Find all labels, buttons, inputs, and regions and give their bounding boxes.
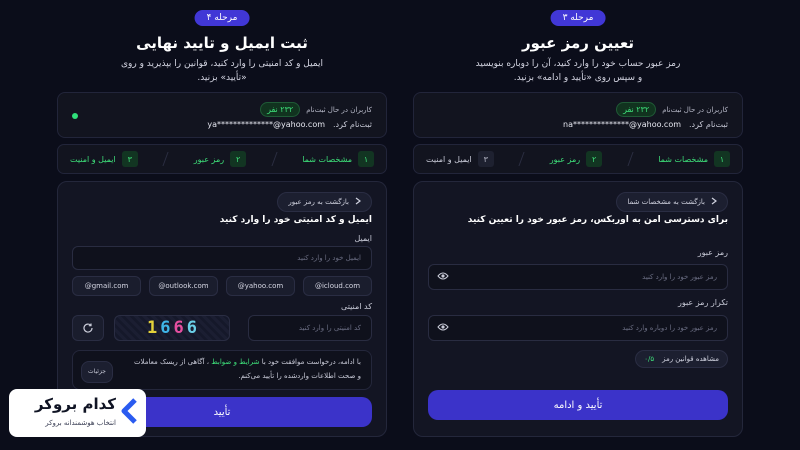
eye-icon[interactable] — [437, 271, 449, 281]
live-indicator-icon — [72, 113, 78, 119]
count-badge: ۲۳۲ نفر — [260, 102, 301, 117]
live-registrations-card: کاربران در حال ثبت‌نام ۲۳۲ نفر ثبت‌نام ک… — [57, 92, 387, 138]
brand-logo: کدام بروکر انتخاب هوشمندانه بروکر — [9, 389, 146, 437]
email-domain-suggestions: @gmail.com @outlook.com @yahoo.com @iclo… — [72, 276, 372, 296]
page-description: ایمیل و کد امنیتی را وارد کنید، قوانین ر… — [120, 59, 324, 83]
registering-label: کاربران در حال ثبت‌نام — [306, 105, 372, 114]
masked-email: na**************@yahoo.com — [563, 120, 682, 129]
details-button[interactable]: جزئیات — [81, 361, 113, 383]
stepper-step-2: ۲ رمز عبور — [550, 151, 603, 167]
count-badge: ۲۳۲ نفر — [616, 102, 657, 117]
chevron-right-icon — [355, 197, 361, 207]
stepper-step-1: ۱ مشخصات شما — [302, 151, 374, 167]
stepper-step-3: ۳ ایمیل و امنیت — [426, 151, 494, 167]
chevron-right-icon — [711, 197, 717, 207]
password-rules-button[interactable]: مشاهده قوانین رمز ۰/۵ — [635, 350, 728, 368]
brand-name: کدام بروکر — [34, 395, 116, 413]
domain-chip-gmail[interactable]: @gmail.com — [72, 276, 141, 296]
terms-link[interactable]: شرایط و ضوابط — [211, 358, 259, 366]
refresh-captcha-button[interactable] — [72, 315, 104, 341]
stepper-divider — [271, 152, 278, 166]
registering-label: کاربران در حال ثبت‌نام — [662, 105, 728, 114]
stepper-step-3: ۳ ایمیل و امنیت — [70, 151, 138, 167]
masked-email: ya**************@yahoo.com — [207, 120, 326, 129]
password-form-card: بازگشت به مشخصات شما برای دسترسی امن به … — [413, 181, 743, 437]
confirm-continue-button[interactable]: تأیید و ادامه — [428, 390, 728, 420]
registration-status: ثبت‌نام کرد. — [333, 120, 372, 129]
domain-chip-yahoo[interactable]: @yahoo.com — [226, 276, 295, 296]
rules-progress: ۰/۵ — [644, 355, 655, 363]
stepper-divider — [162, 152, 169, 166]
page-description: رمز عبور حساب خود را وارد کنید، آن را دو… — [475, 59, 681, 83]
domain-chip-icloud[interactable]: @icloud.com — [303, 276, 372, 296]
password-label: رمز عبور — [697, 248, 728, 257]
stepper-divider — [518, 152, 525, 166]
page-title: ثبت ایمیل و تایید نهایی — [136, 34, 308, 52]
repeat-password-label: تکرار رمز عبور — [678, 298, 728, 307]
stepper: ۱ مشخصات شما ۲ رمز عبور ۳ ایمیل و امنیت — [413, 144, 743, 174]
registration-status: ثبت‌نام کرد. — [689, 120, 728, 129]
form-heading: ایمیل و کد امنیتی خود را وارد کنید — [219, 215, 372, 225]
step-badge: مرحله ۴ — [194, 10, 250, 26]
step3-panel: مرحله ۳ تعیین رمز عبور رمز عبور حساب خود… — [413, 0, 743, 450]
captcha-image: 1 6 6 6 — [114, 315, 230, 341]
email-input[interactable]: ایمیل خود را وارد کنید — [72, 246, 372, 270]
captcha-label: کد امنیتی — [341, 302, 372, 311]
brand-tagline: انتخاب هوشمندانه بروکر — [45, 419, 116, 427]
captcha-input[interactable]: کد امنیتی را وارد کنید — [248, 315, 372, 341]
stepper: ۱ مشخصات شما ۲ رمز عبور ۳ ایمیل و امنیت — [57, 144, 387, 174]
terms-agreement: با ادامه، درخواست موافقت خود با شرایط و … — [72, 350, 372, 390]
stepper-step-1: ۱ مشخصات شما — [658, 151, 730, 167]
back-to-details-button[interactable]: بازگشت به مشخصات شما — [616, 192, 728, 212]
brand-chevron-icon — [120, 398, 138, 424]
page-title: تعیین رمز عبور — [522, 34, 634, 52]
domain-chip-outlook[interactable]: @outlook.com — [149, 276, 218, 296]
live-registrations-card: کاربران در حال ثبت‌نام ۲۳۲ نفر ثبت‌نام ک… — [413, 92, 743, 138]
back-to-password-button[interactable]: بازگشت به رمز عبور — [277, 192, 372, 212]
captcha-row: کد امنیتی را وارد کنید 1 6 6 6 — [72, 315, 372, 341]
password-input[interactable]: رمز عبور خود را وارد کنید — [428, 264, 728, 290]
step4-panel: مرحله ۴ ثبت ایمیل و تایید نهایی ایمیل و … — [57, 0, 387, 450]
eye-icon[interactable] — [437, 322, 449, 332]
stepper-step-2: ۲ رمز عبور — [194, 151, 247, 167]
email-label: ایمیل — [354, 234, 372, 243]
repeat-password-input[interactable]: رمز عبور خود را دوباره وارد کنید — [428, 315, 728, 341]
step-badge: مرحله ۳ — [550, 10, 606, 26]
refresh-icon — [82, 319, 94, 338]
form-heading: برای دسترسی امن به اوربکس، رمز عبور خود … — [467, 215, 728, 225]
stepper-divider — [627, 152, 634, 166]
